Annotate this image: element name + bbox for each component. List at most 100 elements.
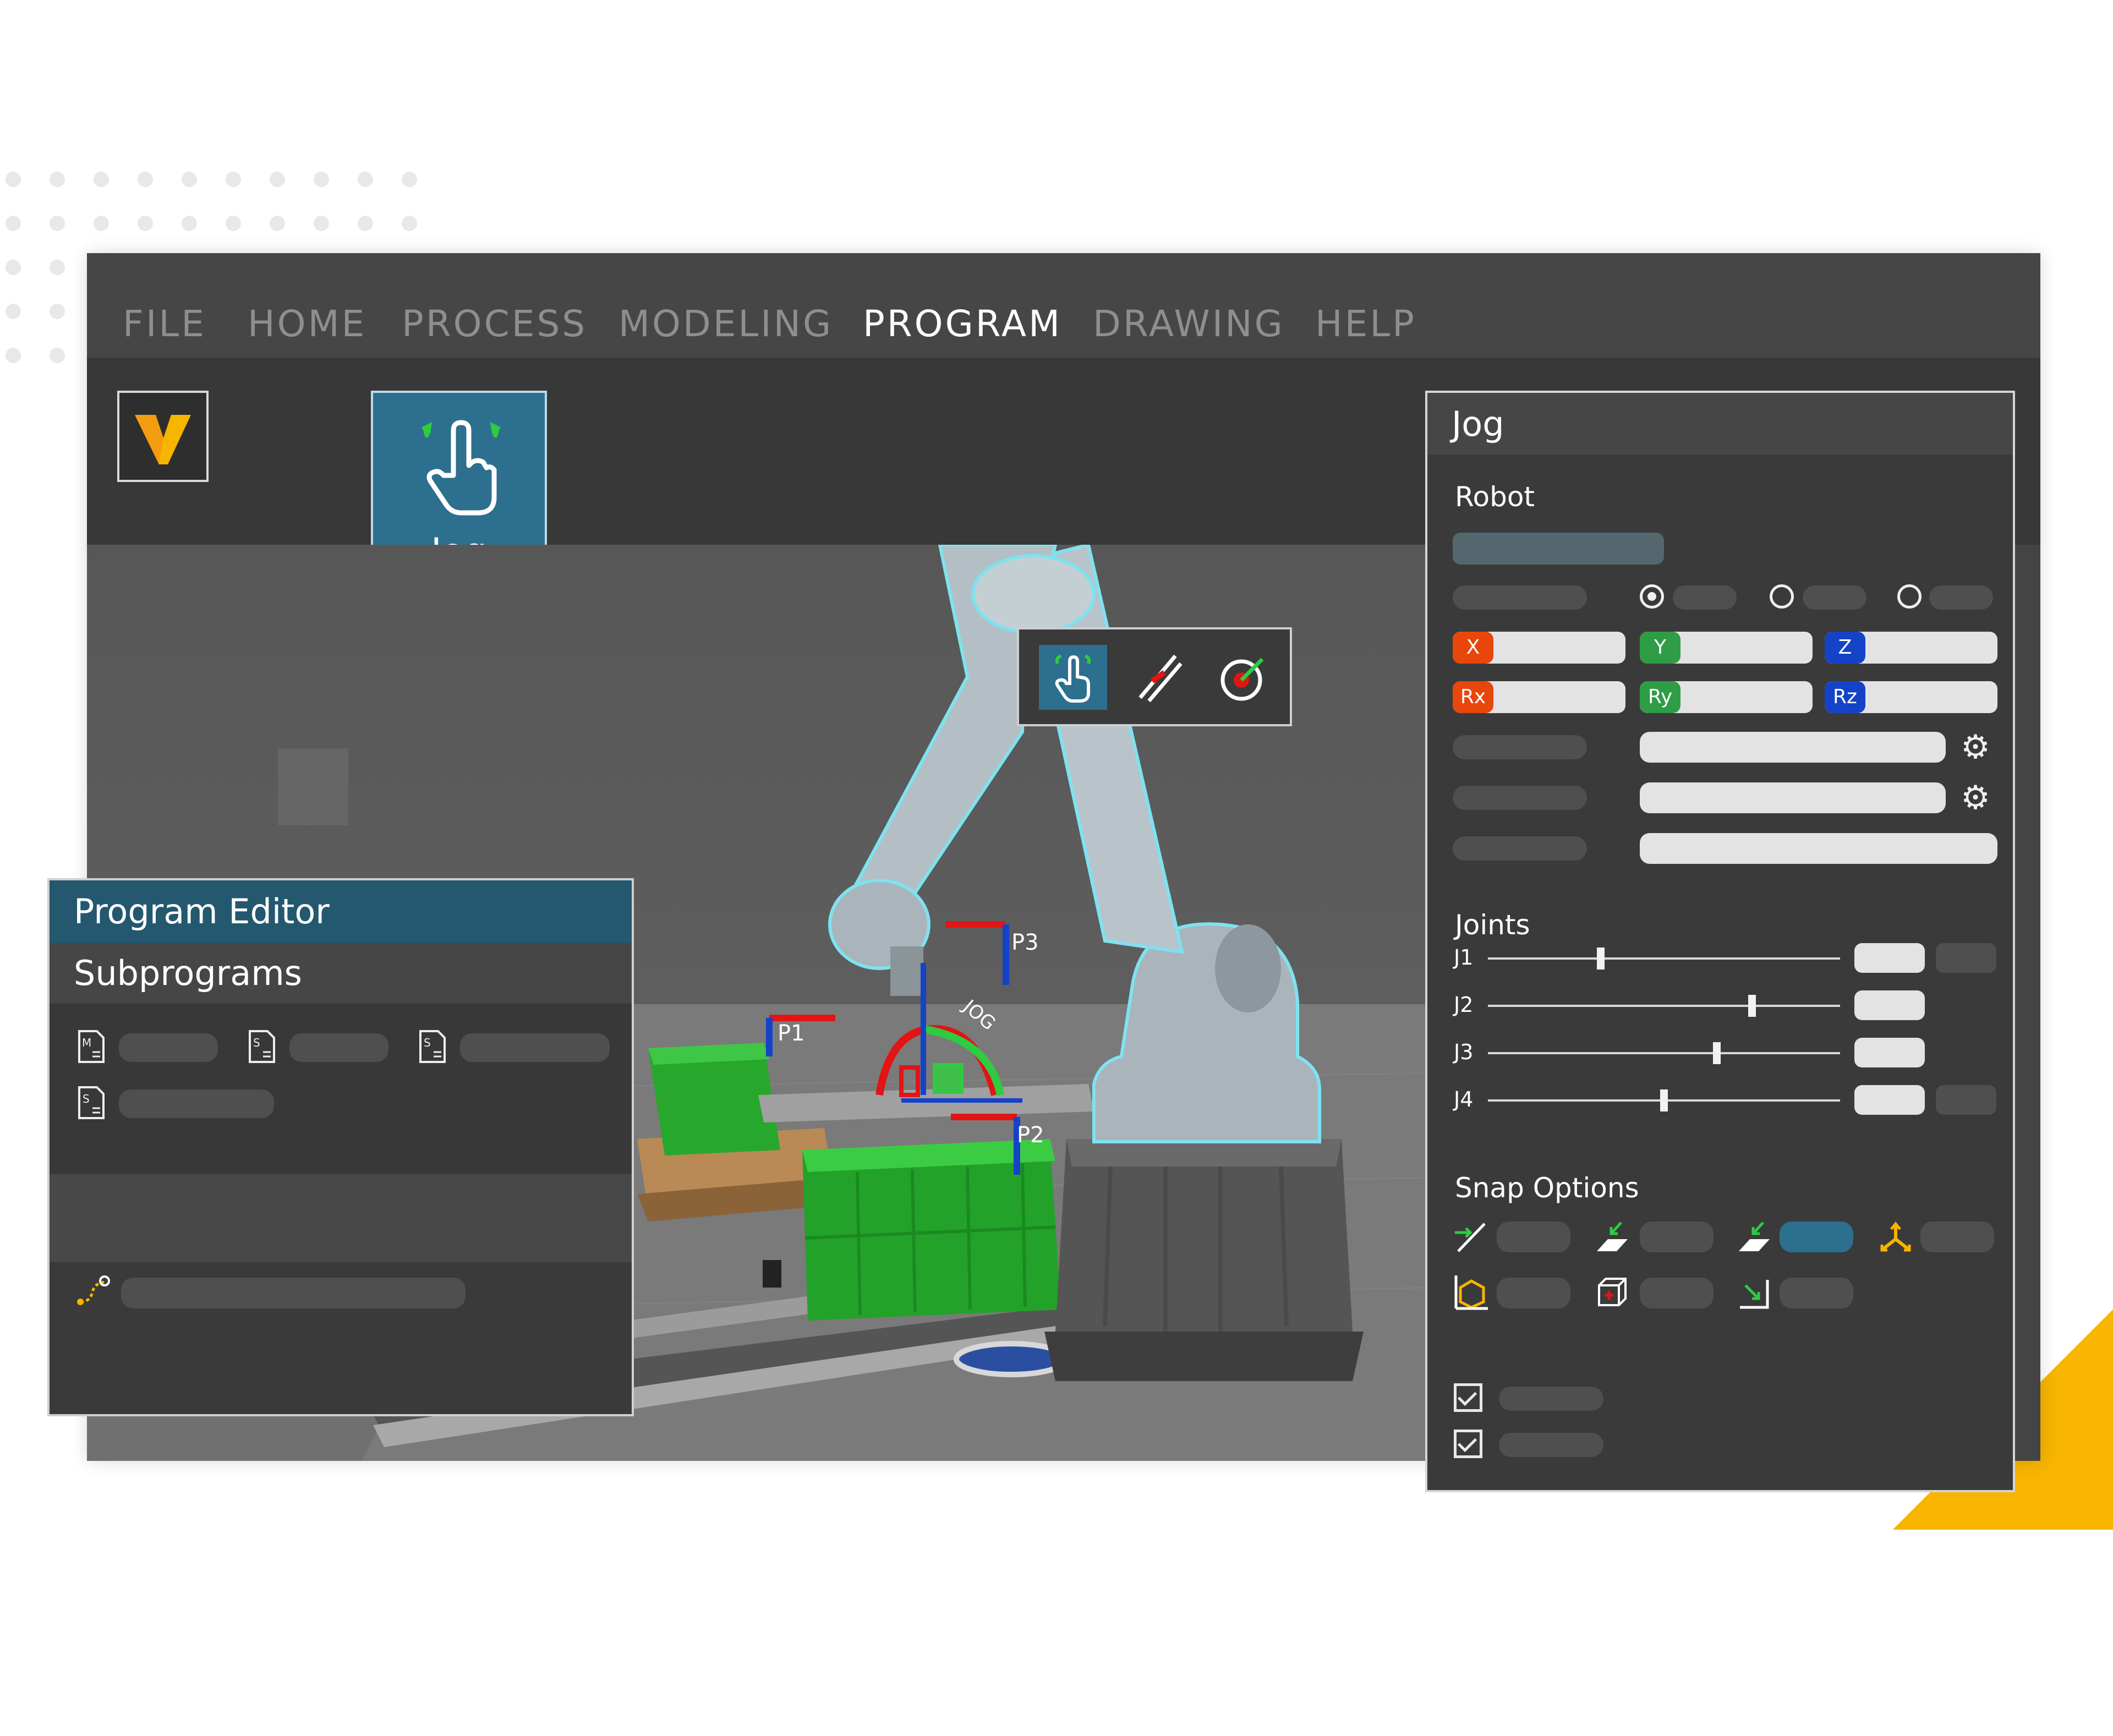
joint-slider-track[interactable]: [1488, 948, 1840, 970]
coordinate-radio-2[interactable]: [1770, 584, 1794, 609]
menu-drawing[interactable]: DRAWING: [1093, 303, 1285, 345]
snap-bounding-box-icon[interactable]: [1592, 1273, 1631, 1312]
menu-home[interactable]: HOME: [248, 303, 366, 345]
subprograms-header[interactable]: Subprograms: [50, 943, 632, 1004]
ry-field[interactable]: Ry: [1640, 681, 1813, 713]
hand-pointer-icon: [1055, 654, 1091, 703]
align-lines-icon: [1138, 654, 1183, 703]
dropdown-field[interactable]: [1640, 782, 1946, 813]
snap-option-field[interactable]: [1497, 1278, 1570, 1308]
logo-icon: [135, 415, 191, 464]
y-axis-tag: Y: [1640, 632, 1680, 664]
snap-option-field[interactable]: [1497, 1222, 1570, 1252]
joint-value-field[interactable]: [1854, 990, 1925, 1020]
point-label-p1: P1: [778, 1021, 805, 1046]
menu-file[interactable]: FILE: [123, 303, 206, 345]
option-checkbox-1[interactable]: [1454, 1383, 1482, 1412]
menu-help[interactable]: HELP: [1315, 303, 1416, 345]
snap-section-label: Snap Options: [1455, 1172, 1639, 1204]
subprogram-icon[interactable]: S: [418, 1030, 447, 1063]
joint-slider-thumb[interactable]: [1660, 1089, 1668, 1111]
rx-field[interactable]: Rx: [1453, 681, 1625, 713]
joint-unit-field: [1936, 1085, 1996, 1115]
main-program-icon[interactable]: M: [77, 1030, 106, 1063]
joint-slider-track[interactable]: [1488, 1089, 1840, 1111]
rz-field[interactable]: Rz: [1825, 681, 1997, 713]
joint-slider-track[interactable]: [1488, 995, 1840, 1017]
subprogram-icon[interactable]: S: [77, 1086, 106, 1119]
field-label: [1453, 786, 1587, 810]
jog-tool-button[interactable]: [1039, 645, 1107, 710]
target-tool-button[interactable]: [1208, 645, 1277, 710]
snap-corner-icon[interactable]: [1734, 1273, 1773, 1312]
joint-value-field[interactable]: [1854, 943, 1925, 973]
field-label: [1453, 836, 1587, 861]
program-editor-header: Program Editor: [50, 880, 632, 943]
y-field[interactable]: Y: [1640, 632, 1813, 664]
z-axis-tag: Z: [1825, 632, 1865, 664]
snap-surface-icon[interactable]: [1734, 1218, 1773, 1257]
snap-option-field[interactable]: [1920, 1222, 1994, 1252]
align-tool-button[interactable]: [1124, 645, 1192, 710]
menu-process[interactable]: PROCESS: [402, 303, 587, 345]
joint-label-j4: J4: [1454, 1087, 1474, 1111]
rx-axis-tag: Rx: [1453, 681, 1493, 713]
joint-slider-thumb[interactable]: [1748, 995, 1756, 1017]
snap-box-icon[interactable]: [1452, 1273, 1490, 1312]
radio-label: [1929, 585, 1993, 610]
joint-value-field[interactable]: [1854, 1085, 1925, 1115]
radio-label: [1673, 585, 1737, 610]
point-label-p3: P3: [1011, 930, 1039, 955]
snap-origin-icon[interactable]: [1876, 1218, 1915, 1257]
gear-icon[interactable]: ⚙: [1959, 781, 1992, 814]
jog-panel: Jog Robot X Y Z Rx Ry Rz ⚙ ⚙ Joints J1 J2…: [1425, 391, 2015, 1492]
joint-slider-thumb[interactable]: [1597, 948, 1605, 970]
joint-label-j2: J2: [1454, 993, 1474, 1017]
x-axis-tag: X: [1453, 632, 1493, 664]
program-editor-divider: [50, 1174, 632, 1262]
coordinate-radio-1[interactable]: [1640, 584, 1664, 609]
menu-bar: FILE HOME PROCESS MODELING PROGRAM DRAWI…: [87, 253, 2040, 358]
dropdown-field[interactable]: [1640, 732, 1946, 763]
subprogram-icon[interactable]: S: [248, 1030, 276, 1063]
snap-option-field-active[interactable]: [1780, 1222, 1853, 1252]
robot-selector[interactable]: [1453, 533, 1664, 565]
radio-label: [1803, 585, 1866, 610]
dropdown-field[interactable]: [1640, 833, 1997, 864]
snap-option-field[interactable]: [1640, 1278, 1714, 1308]
program-editor-panel: Program Editor Subprograms M S S S: [47, 878, 634, 1416]
program-editor-title: Program Editor: [74, 891, 330, 932]
statement-item[interactable]: [121, 1278, 466, 1308]
target-icon: [1220, 658, 1264, 701]
snap-option-field[interactable]: [1780, 1278, 1853, 1308]
z-field[interactable]: Z: [1825, 632, 1997, 664]
gear-icon[interactable]: ⚙: [1959, 731, 1992, 764]
app-logo[interactable]: [117, 391, 209, 482]
coordinate-radio-3[interactable]: [1897, 584, 1922, 609]
checkbox-label: [1499, 1387, 1603, 1411]
svg-text:S: S: [253, 1036, 260, 1049]
point-label-p2: P2: [1017, 1122, 1044, 1148]
option-checkbox-2[interactable]: [1454, 1430, 1482, 1458]
list-item[interactable]: [460, 1033, 610, 1062]
menu-modeling[interactable]: MODELING: [618, 303, 833, 345]
svg-text:S: S: [83, 1092, 90, 1105]
robot-section-label: Robot: [1455, 481, 1535, 513]
subprograms-list: M S S S: [50, 1004, 632, 1174]
field-label: [1453, 735, 1587, 759]
snap-line-icon[interactable]: [1452, 1218, 1490, 1257]
joint-slider-thumb[interactable]: [1713, 1042, 1721, 1064]
menu-program[interactable]: PROGRAM: [863, 303, 1062, 345]
snap-face-icon[interactable]: [1592, 1218, 1631, 1257]
joint-slider-track[interactable]: [1488, 1042, 1840, 1064]
joint-unit-field: [1936, 943, 1996, 973]
ry-axis-tag: Ry: [1640, 681, 1680, 713]
snap-option-field[interactable]: [1640, 1222, 1714, 1252]
list-item[interactable]: [289, 1033, 388, 1062]
subprograms-title: Subprograms: [74, 953, 302, 993]
list-item[interactable]: [119, 1033, 218, 1062]
list-item[interactable]: [119, 1089, 274, 1118]
joint-value-field[interactable]: [1854, 1038, 1925, 1067]
path-icon[interactable]: [74, 1271, 112, 1310]
x-field[interactable]: X: [1453, 632, 1625, 664]
